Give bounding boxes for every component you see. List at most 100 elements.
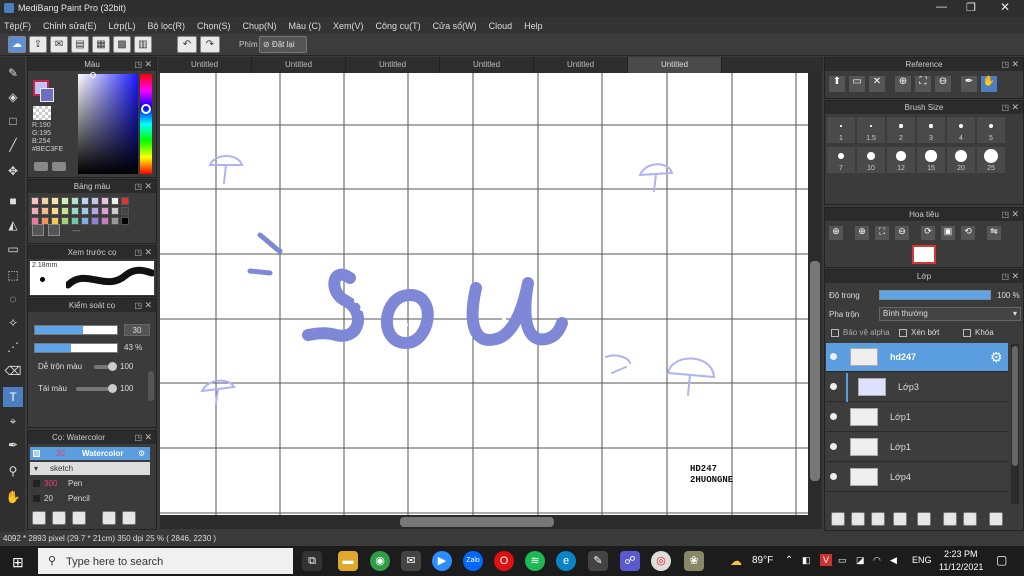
palette-swatch[interactable] <box>71 197 79 205</box>
palette-swatch[interactable] <box>121 197 129 205</box>
search-box[interactable]: ⚲ Type here to search <box>38 548 293 574</box>
drawing-canvas[interactable]: HD247 2HUONGNE <box>160 73 808 515</box>
lasso-tool-icon[interactable]: ◌ <box>3 289 23 309</box>
brush-size-option[interactable]: 1 <box>827 117 855 143</box>
reset-button[interactable]: ⊘ Đặt lại <box>259 36 307 53</box>
menu-view[interactable]: Xem(V) <box>333 21 364 31</box>
trash-icon[interactable] <box>48 224 60 236</box>
menu-window[interactable]: Cửa sổ(W) <box>433 21 477 31</box>
flip-icon[interactable]: ⇋ <box>987 226 1001 240</box>
tab-untitled[interactable]: Untitled <box>440 57 534 73</box>
eye-icon[interactable] <box>830 473 837 480</box>
brush-size-option[interactable]: 12 <box>887 147 915 173</box>
saturation-box[interactable] <box>78 74 138 174</box>
eyedropper-icon[interactable]: ⚲ <box>3 461 23 481</box>
redo-icon[interactable]: ↷ <box>200 36 220 53</box>
tray-chevron-icon[interactable]: ⌃ <box>785 555 793 566</box>
weather-icon[interactable]: ☁ <box>730 554 742 568</box>
refill-slider[interactable] <box>76 384 117 393</box>
rect-tool-icon[interactable]: □ <box>3 111 23 131</box>
magic-wand-icon[interactable]: ✧ <box>3 313 23 333</box>
brush-size-slider[interactable] <box>34 325 118 335</box>
chrome-icon[interactable]: ◎ <box>651 551 671 571</box>
brush-item-watercolor[interactable]: 30 Watercolor ⚙ <box>30 447 150 460</box>
menu-snap[interactable]: Chụp(N) <box>243 21 277 31</box>
palette-swatch[interactable] <box>61 217 69 225</box>
vivaldi-tray-icon[interactable]: V <box>820 554 832 566</box>
line-tool-icon[interactable]: ╱ <box>3 135 23 155</box>
delete-layer-icon[interactable] <box>989 512 1003 526</box>
share-icon[interactable]: ⇪ <box>29 36 47 53</box>
open-folder-icon[interactable]: ▭ <box>849 76 865 92</box>
zoom-in-icon[interactable]: ⊕ <box>855 226 869 240</box>
undo-icon[interactable]: ↶ <box>177 36 197 53</box>
menu-cloud[interactable]: Cloud <box>489 21 513 31</box>
gear-icon[interactable]: ⚙ <box>138 447 145 460</box>
brush-size-option[interactable]: 2 <box>887 117 915 143</box>
popout-icon[interactable]: ◳ <box>134 180 142 193</box>
fit-icon[interactable]: ⛶ <box>915 76 931 92</box>
close-icon[interactable]: ✕ <box>1000 0 1010 14</box>
color-picker-cursor[interactable] <box>90 72 96 78</box>
close-reference-icon[interactable]: ✕ <box>869 76 885 92</box>
operation-tool-icon[interactable]: ⌖ <box>3 411 23 431</box>
new-palette-icon[interactable] <box>32 224 44 236</box>
tray-app-icon[interactable]: ◪ <box>856 555 865 566</box>
clock-date[interactable]: 11/12/2021 <box>939 562 983 572</box>
clock-time[interactable]: 2:23 PM <box>944 549 978 559</box>
dropper-tool-icon[interactable]: ✒ <box>3 435 23 455</box>
palette-swatch[interactable] <box>101 207 109 215</box>
edge-icon[interactable]: e <box>556 551 576 571</box>
tab-untitled[interactable]: Untitled <box>628 57 722 73</box>
menu-layer[interactable]: Lớp(L) <box>109 21 136 31</box>
palette-swatch[interactable] <box>111 197 119 205</box>
popout-icon[interactable]: ◳ <box>1001 101 1009 114</box>
bg-color-swatch[interactable] <box>40 88 54 102</box>
palette-swatch[interactable] <box>41 197 49 205</box>
palette-swatch[interactable] <box>71 207 79 215</box>
file-explorer-icon[interactable]: ▬ <box>338 551 358 571</box>
grid-icon[interactable]: ▩ <box>113 36 131 53</box>
brush-size-option[interactable]: 7 <box>827 147 855 173</box>
brush-size-value[interactable]: 30 <box>124 324 150 336</box>
close-icon[interactable]: ✕ <box>144 246 152 259</box>
hand-tool-icon[interactable]: ✋ <box>3 487 23 507</box>
dropper-icon[interactable]: ✒ <box>961 76 977 92</box>
palette-swatch[interactable] <box>81 217 89 225</box>
gradient-tool-icon[interactable]: ▭ <box>3 239 23 259</box>
layer-row-lop1-2[interactable]: Lớp1 <box>826 433 1008 462</box>
palette-swatch[interactable] <box>101 217 109 225</box>
xbox-icon[interactable]: ◉ <box>370 551 390 571</box>
brush-size-option[interactable]: 1.5 <box>857 117 885 143</box>
layer-row-hd247[interactable]: hd247 ⚙ <box>826 343 1008 372</box>
brush-size-option[interactable]: 20 <box>947 147 975 173</box>
halftone-layer-icon[interactable] <box>893 512 907 526</box>
menu-file[interactable]: Tệp(F) <box>4 21 31 31</box>
zoom-in-icon[interactable]: ⊕ <box>895 76 911 92</box>
transparent-swatch[interactable] <box>33 106 51 120</box>
close-icon[interactable]: ✕ <box>1011 208 1019 221</box>
tray-app-icon[interactable]: ◧ <box>802 555 811 566</box>
popout-icon[interactable]: ◳ <box>1001 58 1009 71</box>
palette-swatch[interactable] <box>121 207 129 215</box>
brush-size-option[interactable]: 4 <box>947 117 975 143</box>
text-tool-icon[interactable]: T <box>3 387 23 407</box>
close-icon[interactable]: ✕ <box>144 58 152 71</box>
zoom-app-icon[interactable]: ▶ <box>432 551 452 571</box>
palette-swatch[interactable] <box>91 197 99 205</box>
eraser-tool-icon[interactable]: ◈ <box>3 87 23 107</box>
fill-rect-icon[interactable]: ■ <box>3 191 23 211</box>
close-icon[interactable]: ✕ <box>144 431 152 444</box>
medibang-icon[interactable]: ✎ <box>588 551 608 571</box>
new-layer-icon[interactable] <box>831 512 845 526</box>
folder-icon[interactable] <box>122 511 136 525</box>
actual-size-icon[interactable]: ▣ <box>941 226 955 240</box>
popout-icon[interactable]: ◳ <box>134 58 142 71</box>
popout-icon[interactable]: ◳ <box>134 299 142 312</box>
eye-icon[interactable] <box>830 353 837 360</box>
horizontal-scrollbar[interactable] <box>160 515 822 529</box>
brush-item-pen[interactable]: 300 Pen <box>30 477 150 490</box>
notification-icon[interactable]: ▢ <box>996 553 1007 567</box>
merge-layer-icon[interactable] <box>963 512 977 526</box>
opera-icon[interactable]: O <box>494 551 514 571</box>
